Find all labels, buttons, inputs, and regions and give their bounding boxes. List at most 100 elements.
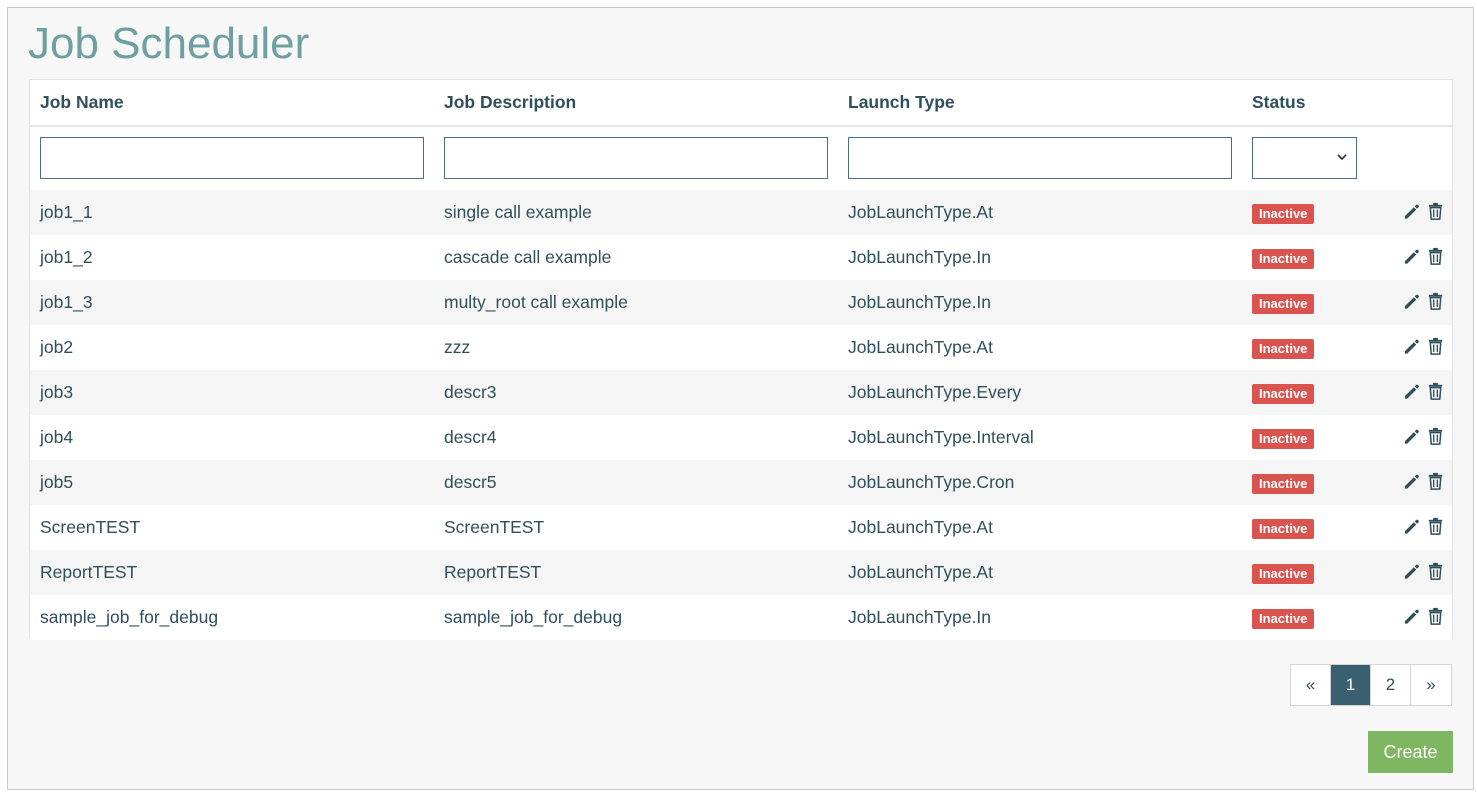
filter-row [30,127,1452,189]
pagination-prev-button[interactable]: « [1291,665,1331,705]
pencil-icon[interactable] [1402,246,1421,266]
table-row: job4 descr4 JobLaunchType.Interval Inactive [30,415,1452,460]
header-launch-type[interactable]: Launch Type [848,80,955,125]
pencil-icon[interactable] [1402,291,1421,311]
job-name-cell: sample_job_for_debug [40,607,219,627]
job-name-cell: job3 [40,382,74,402]
status-cell: Inactive [1252,280,1315,325]
table-row: job2 zzz JobLaunchType.At Inactive [30,325,1452,370]
trash-icon[interactable] [1426,606,1445,626]
pencil-icon[interactable] [1402,471,1421,491]
launch-type-cell: JobLaunchType.In [848,607,992,627]
trash-icon[interactable] [1426,471,1445,491]
launch-type-cell: JobLaunchType.In [848,292,992,312]
page-title: Job Scheduler [28,19,310,68]
header-job-name[interactable]: Job Name [40,80,124,125]
table-row: sample_job_for_debug sample_job_for_debug… [30,595,1452,640]
status-badge: Inactive [1252,384,1315,404]
job-description-cell: multy_root call example [444,292,628,312]
row-actions [1402,415,1445,460]
launch-type-cell: JobLaunchType.In [848,247,992,267]
pagination-page-1-button[interactable]: 1 [1331,665,1371,705]
chevron-down-icon [1337,154,1347,161]
table-row: job1_2 cascade call example JobLaunchType.… [30,235,1452,280]
job-name-cell: job4 [40,427,74,447]
table-row: job1_3 multy_root call example JobLaunchTy… [30,280,1452,325]
status-badge: Inactive [1252,429,1315,449]
trash-icon[interactable] [1426,516,1445,536]
trash-icon[interactable] [1426,426,1445,446]
status-cell: Inactive [1252,190,1315,235]
job-scheduler-panel: Job Scheduler Job Name Job Description L… [7,7,1474,790]
row-actions [1402,370,1445,415]
row-actions [1402,595,1445,640]
row-actions [1402,280,1445,325]
trash-icon[interactable] [1426,336,1445,356]
table-row: ReportTEST ReportTEST JobLaunchType.At Inac… [30,550,1452,595]
table-row: job3 descr3 JobLaunchType.Every Inactive [30,370,1452,415]
job-name-cell: ScreenTEST [40,517,141,537]
job-description-cell: cascade call example [444,247,612,267]
row-actions [1402,235,1445,280]
pencil-icon[interactable] [1402,561,1421,581]
launch-type-cell: JobLaunchType.Every [848,382,1022,402]
job-name-cell: job1_2 [40,247,93,267]
row-actions [1402,190,1445,235]
header-job-description[interactable]: Job Description [444,80,576,125]
launch-type-cell: JobLaunchType.At [848,562,993,582]
job-description-cell: ReportTEST [444,562,542,582]
job-description-cell: descr4 [444,427,497,447]
launch-type-cell: JobLaunchType.At [848,202,993,222]
status-cell: Inactive [1252,460,1315,505]
job-description-cell: single call example [444,202,592,222]
status-badge: Inactive [1252,204,1315,224]
status-badge: Inactive [1252,564,1315,584]
status-badge: Inactive [1252,339,1315,359]
job-name-filter-input[interactable] [40,137,424,179]
status-cell: Inactive [1252,505,1315,550]
status-cell: Inactive [1252,370,1315,415]
launch-type-cell: JobLaunchType.At [848,337,993,357]
trash-icon[interactable] [1426,561,1445,581]
job-description-cell: sample_job_for_debug [444,607,623,627]
row-actions [1402,550,1445,595]
status-badge: Inactive [1252,474,1315,494]
pagination-page-2-button[interactable]: 2 [1371,665,1411,705]
status-cell: Inactive [1252,415,1315,460]
table-header-row: Job Name Job Description Launch Type Sta… [30,80,1452,127]
launch-type-filter-input[interactable] [848,137,1232,179]
trash-icon[interactable] [1426,201,1445,221]
status-badge: Inactive [1252,249,1315,269]
job-name-cell: job2 [40,337,74,357]
launch-type-cell: JobLaunchType.Interval [848,427,1034,447]
pencil-icon[interactable] [1402,426,1421,446]
status-cell: Inactive [1252,325,1315,370]
row-actions [1402,325,1445,370]
pencil-icon[interactable] [1402,516,1421,536]
status-cell: Inactive [1252,235,1315,280]
pencil-icon[interactable] [1402,201,1421,221]
job-description-cell: ScreenTEST [444,517,545,537]
pagination-next-button[interactable]: » [1411,665,1451,705]
job-name-cell: job1_3 [40,292,93,312]
pagination: « 1 2 » [1290,664,1452,706]
job-description-filter-input[interactable] [444,137,828,179]
status-badge: Inactive [1252,519,1315,539]
trash-icon[interactable] [1426,381,1445,401]
create-button[interactable]: Create [1368,731,1453,773]
pencil-icon[interactable] [1402,381,1421,401]
trash-icon[interactable] [1426,246,1445,266]
job-description-cell: descr5 [444,472,497,492]
pencil-icon[interactable] [1402,336,1421,356]
trash-icon[interactable] [1426,291,1445,311]
status-badge: Inactive [1252,609,1315,629]
status-filter-select[interactable] [1252,137,1357,179]
table-row: job1_1 single call example JobLaunchType.A… [30,190,1452,235]
job-description-cell: zzz [444,337,471,357]
table-row: job5 descr5 JobLaunchType.Cron Inactive [30,460,1452,505]
status-cell: Inactive [1252,595,1315,640]
pencil-icon[interactable] [1402,606,1421,626]
job-description-cell: descr3 [444,382,497,402]
job-name-cell: job5 [40,472,74,492]
header-status[interactable]: Status [1252,80,1305,125]
